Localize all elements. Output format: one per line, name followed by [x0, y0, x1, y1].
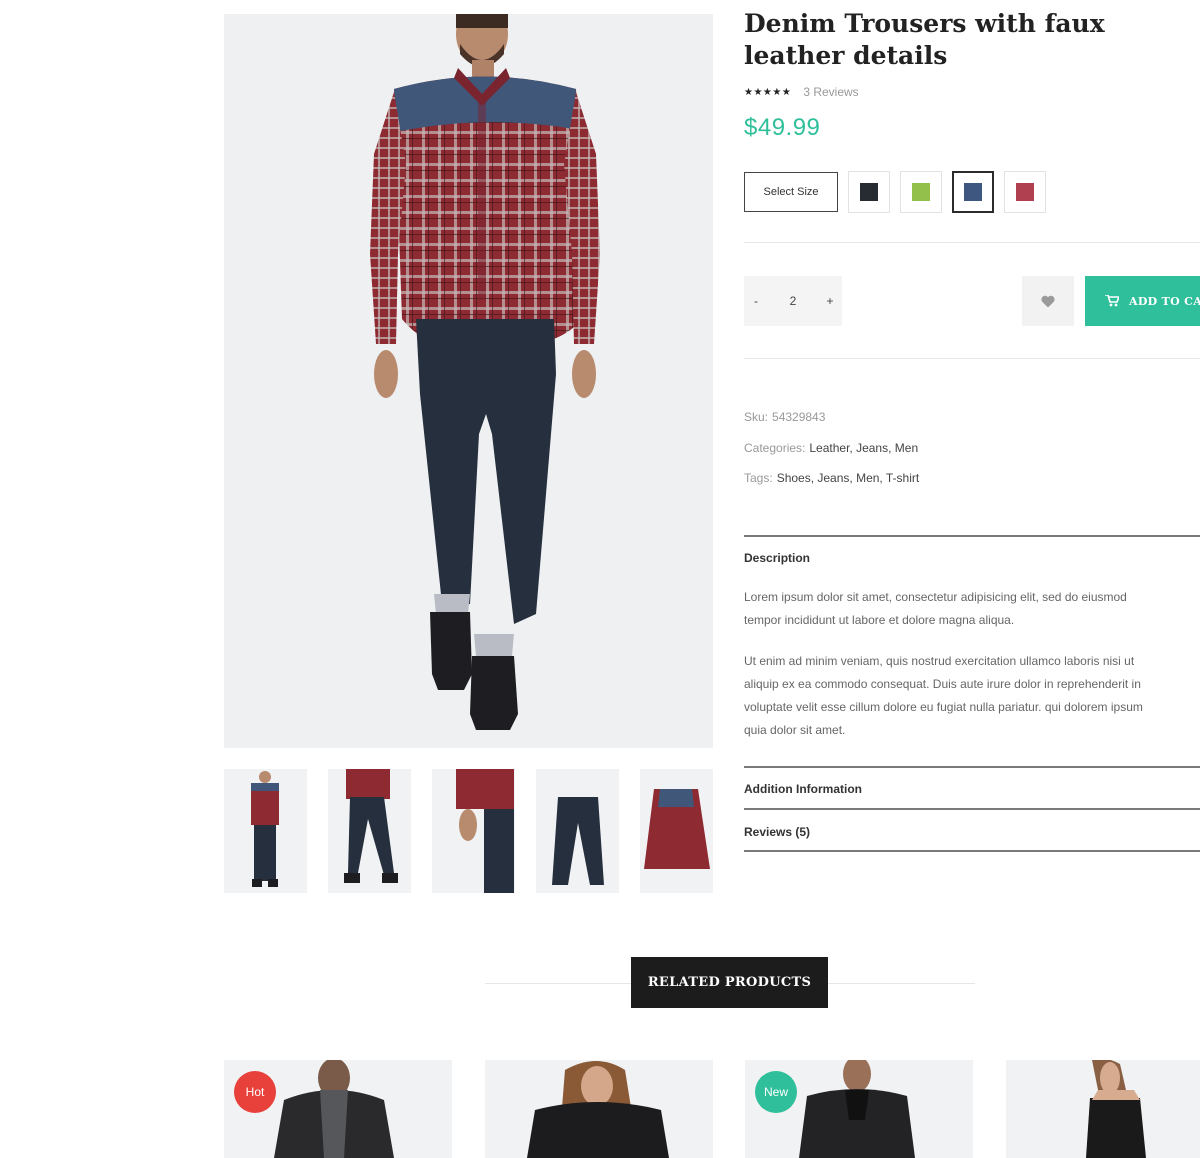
color-swatch-black[interactable]: [848, 171, 890, 213]
thumbnail-full-body[interactable]: [224, 769, 307, 893]
reviews-tab[interactable]: Reviews (5): [744, 825, 810, 839]
size-select[interactable]: Select Size: [744, 172, 838, 212]
description-line: Lorem ipsum dolor sit amet, consectetur …: [744, 590, 1127, 604]
rating-stars: ★★★★★: [744, 86, 792, 98]
model-photo: [370, 14, 600, 730]
divider: [744, 850, 1200, 852]
categories-row: Categories: Leather, Jeans, Men: [744, 441, 918, 455]
quantity-input[interactable]: [768, 294, 818, 308]
related-product-card[interactable]: [1006, 1060, 1200, 1158]
divider: [744, 808, 1200, 810]
description-line: aliquip ex ea commodo consequat. Duis au…: [744, 677, 1141, 691]
tags-links[interactable]: Shoes, Jeans, Men, T-shirt: [777, 471, 920, 485]
thumbnail-detail[interactable]: [432, 769, 515, 893]
wishlist-button[interactable]: [1022, 276, 1074, 326]
thumbnail-walking[interactable]: [328, 769, 411, 893]
add-to-cart-label: ADD TO CART: [1129, 294, 1200, 308]
thumbnail-jeans[interactable]: [536, 769, 619, 893]
color-chip: [912, 183, 930, 201]
heart-icon: [1041, 295, 1055, 307]
sku-value: 54329843: [772, 410, 826, 424]
related-product-card[interactable]: New: [745, 1060, 973, 1158]
description-line: voluptate velit esse cillum dolore eu fu…: [744, 700, 1143, 714]
sku-row: Sku: 54329843: [744, 410, 825, 424]
add-to-cart-button[interactable]: ADD TO CART: [1085, 276, 1200, 326]
thumbnail-strip: [224, 769, 713, 893]
divider: [744, 535, 1200, 537]
product-price: $49.99: [744, 114, 821, 141]
color-chip: [964, 183, 982, 201]
quantity-plus-button[interactable]: +: [818, 294, 842, 308]
rating: ★★★★★ 3 Reviews: [744, 85, 859, 99]
new-badge: New: [755, 1071, 797, 1113]
main-product-image[interactable]: [224, 14, 713, 748]
related-product-card[interactable]: Hot: [224, 1060, 452, 1158]
quantity-minus-button[interactable]: -: [744, 294, 768, 308]
product-title: Denim Trousers with faux leather details: [744, 9, 1105, 70]
divider: [744, 766, 1200, 768]
divider: [744, 358, 1200, 359]
categories-links[interactable]: Leather, Jeans, Men: [809, 441, 918, 455]
product-thumbnail: [527, 1061, 669, 1158]
color-swatch-green[interactable]: [900, 171, 942, 213]
description-line: quia dolor sit amet.: [744, 723, 846, 737]
color-chip: [1016, 183, 1034, 201]
tags-row: Tags: Shoes, Jeans, Men, T-shirt: [744, 471, 919, 485]
size-select-label: Select Size: [763, 186, 819, 198]
color-chip: [860, 183, 878, 201]
color-swatch-blue[interactable]: [952, 171, 994, 213]
color-swatch-red[interactable]: [1004, 171, 1046, 213]
thumbnail-shirt[interactable]: [640, 769, 713, 893]
related-products-heading: RELATED PRODUCTS: [631, 957, 828, 1008]
categories-label: Categories:: [744, 441, 806, 455]
divider: [744, 242, 1200, 243]
related-product-card[interactable]: [485, 1060, 713, 1158]
product-thumbnail: [1086, 1060, 1146, 1158]
quantity-stepper: - +: [744, 276, 842, 326]
hot-badge: Hot: [234, 1071, 276, 1113]
tags-label: Tags:: [744, 471, 773, 485]
reviews-link[interactable]: 3 Reviews: [803, 85, 858, 99]
description-line: Ut enim ad minim veniam, quis nostrud ex…: [744, 654, 1135, 668]
sku-label: Sku:: [744, 410, 769, 424]
description-tab[interactable]: Description: [744, 551, 810, 565]
addition-information-tab[interactable]: Addition Information: [744, 782, 862, 796]
cart-icon: [1105, 295, 1119, 307]
description-line: tempor incididunt ut labore et dolore ma…: [744, 613, 1015, 627]
